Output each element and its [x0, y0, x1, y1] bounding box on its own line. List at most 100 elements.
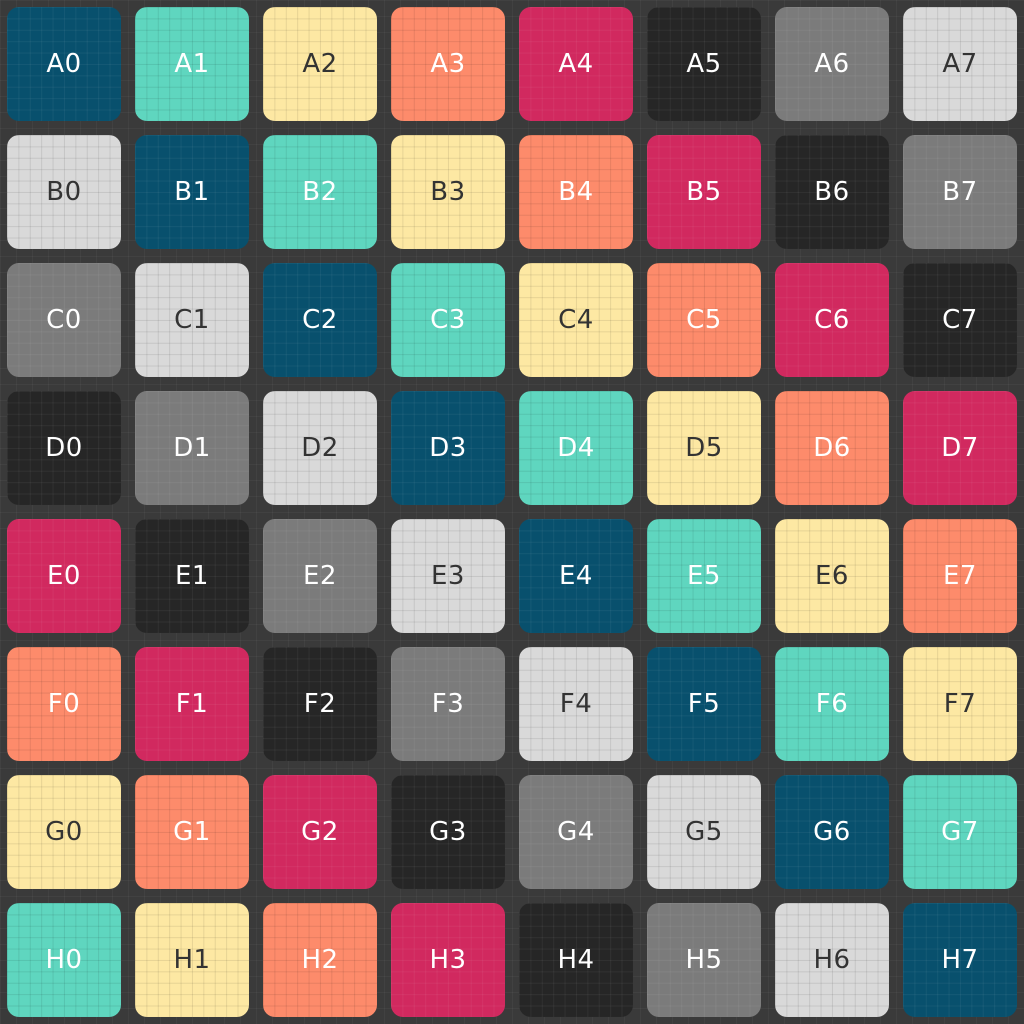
tile-h6[interactable]: H6 [775, 903, 889, 1017]
tile-label: C6 [814, 305, 850, 335]
tile-e2[interactable]: E2 [263, 519, 377, 633]
tile-g4[interactable]: G4 [519, 775, 633, 889]
tile-b3[interactable]: B3 [391, 135, 505, 249]
tile-b4[interactable]: B4 [519, 135, 633, 249]
board-row-h: H0 H1 H2 H3 H4 H5 H6 H7 [0, 896, 1024, 1024]
board-row-g: G0 G1 G2 G3 G4 G5 G6 G7 [0, 768, 1024, 896]
tile-label: H6 [813, 945, 851, 975]
tile-a5[interactable]: A5 [647, 7, 761, 121]
tile-f4[interactable]: F4 [519, 647, 633, 761]
tile-b0[interactable]: B0 [7, 135, 121, 249]
tile-b1[interactable]: B1 [135, 135, 249, 249]
tile-label: B2 [302, 177, 338, 207]
tile-label: F5 [687, 689, 721, 719]
tile-c6[interactable]: C6 [775, 263, 889, 377]
board-row-f: F0 F1 F2 F3 F4 F5 F6 F7 [0, 640, 1024, 768]
tile-label: G2 [301, 817, 339, 847]
tile-g3[interactable]: G3 [391, 775, 505, 889]
tile-label: E0 [47, 561, 81, 591]
tile-f5[interactable]: F5 [647, 647, 761, 761]
tile-g1[interactable]: G1 [135, 775, 249, 889]
tile-a4[interactable]: A4 [519, 7, 633, 121]
tile-c4[interactable]: C4 [519, 263, 633, 377]
tile-e1[interactable]: E1 [135, 519, 249, 633]
tile-d4[interactable]: D4 [519, 391, 633, 505]
tile-b2[interactable]: B2 [263, 135, 377, 249]
tile-d3[interactable]: D3 [391, 391, 505, 505]
tile-b5[interactable]: B5 [647, 135, 761, 249]
tile-f7[interactable]: F7 [903, 647, 1017, 761]
tile-e4[interactable]: E4 [519, 519, 633, 633]
tile-label: C0 [46, 305, 82, 335]
tile-label: E3 [431, 561, 465, 591]
tile-label: H1 [173, 945, 211, 975]
tile-c3[interactable]: C3 [391, 263, 505, 377]
tile-label: G4 [557, 817, 595, 847]
tile-c0[interactable]: C0 [7, 263, 121, 377]
tile-g0[interactable]: G0 [7, 775, 121, 889]
tile-label: D3 [429, 433, 467, 463]
tile-a3[interactable]: A3 [391, 7, 505, 121]
tile-b6[interactable]: B6 [775, 135, 889, 249]
tile-f6[interactable]: F6 [775, 647, 889, 761]
tile-h4[interactable]: H4 [519, 903, 633, 1017]
tile-d1[interactable]: D1 [135, 391, 249, 505]
tile-g5[interactable]: G5 [647, 775, 761, 889]
board-row-e: E0 E1 E2 E3 E4 E5 E6 E7 [0, 512, 1024, 640]
tile-g6[interactable]: G6 [775, 775, 889, 889]
tile-c5[interactable]: C5 [647, 263, 761, 377]
tile-d0[interactable]: D0 [7, 391, 121, 505]
tile-h0[interactable]: H0 [7, 903, 121, 1017]
tile-label: F1 [175, 689, 209, 719]
board-row-b: B0 B1 B2 B3 B4 B5 B6 B7 [0, 128, 1024, 256]
tile-h1[interactable]: H1 [135, 903, 249, 1017]
tile-label: F6 [815, 689, 849, 719]
tile-label: C4 [558, 305, 594, 335]
tile-c1[interactable]: C1 [135, 263, 249, 377]
tile-a6[interactable]: A6 [775, 7, 889, 121]
board-row-d: D0 D1 D2 D3 D4 D5 D6 D7 [0, 384, 1024, 512]
tile-d6[interactable]: D6 [775, 391, 889, 505]
tile-e7[interactable]: E7 [903, 519, 1017, 633]
tile-f1[interactable]: F1 [135, 647, 249, 761]
tile-label: F3 [431, 689, 465, 719]
tile-d5[interactable]: D5 [647, 391, 761, 505]
tile-c7[interactable]: C7 [903, 263, 1017, 377]
tile-label: A6 [814, 49, 850, 79]
tile-e3[interactable]: E3 [391, 519, 505, 633]
tile-label: E1 [175, 561, 209, 591]
tile-label: H4 [557, 945, 595, 975]
tile-a1[interactable]: A1 [135, 7, 249, 121]
tile-e0[interactable]: E0 [7, 519, 121, 633]
tile-h3[interactable]: H3 [391, 903, 505, 1017]
tile-d7[interactable]: D7 [903, 391, 1017, 505]
tile-a0[interactable]: A0 [7, 7, 121, 121]
tile-label: H5 [685, 945, 723, 975]
tile-label: D4 [557, 433, 595, 463]
tile-f2[interactable]: F2 [263, 647, 377, 761]
tile-g2[interactable]: G2 [263, 775, 377, 889]
tile-label: A0 [46, 49, 82, 79]
tile-label: B0 [46, 177, 82, 207]
tile-label: H2 [301, 945, 339, 975]
tile-a7[interactable]: A7 [903, 7, 1017, 121]
tile-c2[interactable]: C2 [263, 263, 377, 377]
tile-label: E6 [815, 561, 849, 591]
tile-label: D2 [301, 433, 339, 463]
tile-h5[interactable]: H5 [647, 903, 761, 1017]
tile-g7[interactable]: G7 [903, 775, 1017, 889]
tile-label: A2 [302, 49, 338, 79]
tile-d2[interactable]: D2 [263, 391, 377, 505]
tile-label: G7 [941, 817, 979, 847]
tile-e5[interactable]: E5 [647, 519, 761, 633]
tile-label: C1 [174, 305, 210, 335]
tile-e6[interactable]: E6 [775, 519, 889, 633]
tile-f0[interactable]: F0 [7, 647, 121, 761]
tile-label: C2 [302, 305, 338, 335]
tile-b7[interactable]: B7 [903, 135, 1017, 249]
tile-h7[interactable]: H7 [903, 903, 1017, 1017]
tile-f3[interactable]: F3 [391, 647, 505, 761]
tile-label: D7 [941, 433, 979, 463]
tile-h2[interactable]: H2 [263, 903, 377, 1017]
tile-a2[interactable]: A2 [263, 7, 377, 121]
